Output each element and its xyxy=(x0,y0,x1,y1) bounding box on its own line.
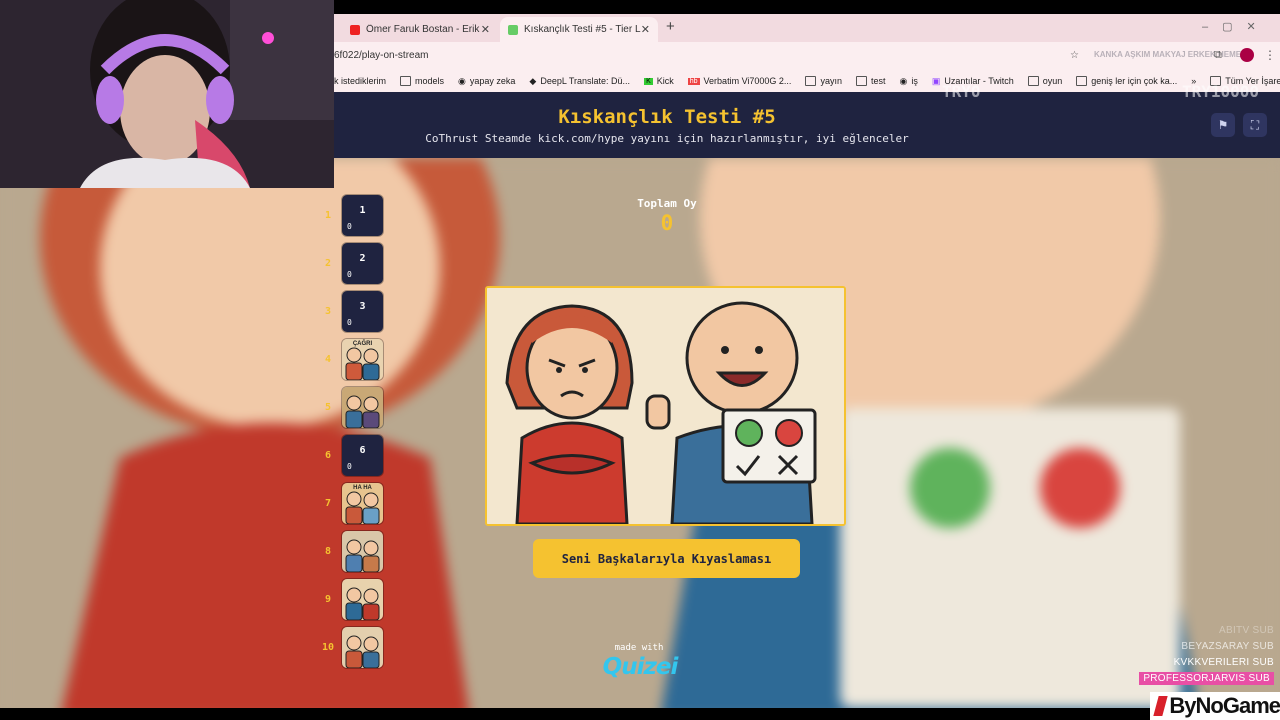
rank-slot-count: 0 xyxy=(347,222,352,231)
page-title: Kıskançlık Testi #5 xyxy=(558,106,776,128)
rank-number: 4 xyxy=(324,354,332,365)
rank-number: 5 xyxy=(324,402,332,413)
menu-icon[interactable]: ⋮ xyxy=(1264,48,1276,62)
rank-number: 9 xyxy=(324,594,332,605)
tab-title: Ömer Faruk Bostan - Erik Dalı ... xyxy=(366,24,481,35)
rank-slot-4[interactable]: ÇAĞRI xyxy=(342,339,383,380)
option-label-button[interactable]: Seni Başkalarıyla Kıyaslaması xyxy=(533,539,800,578)
bookmarks-bar: k istediklerim models ◉ yapay zeka ◆ DeepL… xyxy=(334,70,1280,92)
folder-icon xyxy=(1027,76,1039,86)
rank-slot-number: 1 xyxy=(359,205,366,216)
rank-number: 8 xyxy=(324,546,332,557)
bookmark-item[interactable]: yayın xyxy=(805,76,842,86)
rank-slot-number: 2 xyxy=(359,253,366,264)
close-icon[interactable]: ✕ xyxy=(481,23,490,36)
rank-slot-count: 0 xyxy=(347,318,352,327)
address-bar[interactable]: 6f022/play-on-stream ☆ KANKA AŞKIM MAKYA… xyxy=(334,42,1280,70)
rank-slot-number: 3 xyxy=(359,301,366,312)
browser-tab-quiz[interactable]: Kıskançlık Testi #5 - Tier List, Kı... ✕ xyxy=(500,17,658,42)
donation-min: TRY0 xyxy=(942,82,981,101)
rank-number: 2 xyxy=(324,258,332,269)
bynogame-mark-icon xyxy=(1153,696,1169,716)
rank-number: 1 xyxy=(324,210,332,221)
rank-number: 7 xyxy=(324,498,332,509)
rank-number: 10 xyxy=(321,642,335,653)
rank-slot-6[interactable]: 60 xyxy=(342,435,383,476)
made-with-label: made with xyxy=(614,643,664,653)
rank-slot-number: 6 xyxy=(359,445,366,456)
quiz-header: Kıskançlık Testi #5 CoThrust Steamde kic… xyxy=(334,82,1280,158)
donation-max: TRY10000 xyxy=(1182,82,1260,101)
rank-slot-8[interactable] xyxy=(342,531,383,572)
bookmark-item[interactable]: geniş ler için çok ka... xyxy=(1076,76,1177,86)
folder-icon xyxy=(805,76,817,86)
bookmark-item[interactable]: ◉ iş xyxy=(899,76,917,87)
rank-thumbnail xyxy=(342,531,383,572)
rank-slot-count: 0 xyxy=(347,462,352,471)
globe-icon: ◉ xyxy=(458,75,466,86)
sub-alert-highlight: PROFESSORJARVIS SUB xyxy=(1139,672,1274,685)
bookmark-item[interactable]: k istediklerim xyxy=(334,76,386,86)
rank-slot-7[interactable]: HA HA xyxy=(342,483,383,524)
globe-icon: ◉ xyxy=(899,75,908,86)
question-image xyxy=(485,286,846,526)
profile-avatar[interactable] xyxy=(1240,48,1254,62)
browser-tab-bar: Ömer Faruk Bostan - Erik Dalı ... ✕ Kısk… xyxy=(334,14,1280,42)
rank-number: 6 xyxy=(324,450,332,461)
rank-thumbnail xyxy=(342,579,383,620)
sub-alert: KVKKVERILERI SUB xyxy=(1173,657,1274,668)
total-votes-value: 0 xyxy=(660,211,674,235)
rank-slot-3[interactable]: 30 xyxy=(342,291,383,332)
bookmark-item[interactable]: K Kick xyxy=(644,76,674,86)
store-icon: hb xyxy=(687,77,700,85)
folder-icon xyxy=(400,76,412,86)
sub-alert: BEYAZSARAY SUB xyxy=(1181,641,1274,652)
deepl-icon: ◆ xyxy=(529,75,537,86)
rank-thumbnail xyxy=(342,387,383,428)
fullscreen-icon: ⛶ xyxy=(1250,117,1260,132)
bookmark-item[interactable]: models xyxy=(400,76,444,86)
window-controls[interactable]: –▢✕ xyxy=(1202,20,1270,33)
webcam-feed xyxy=(0,0,334,188)
sponsor-logo: ByNoGame xyxy=(1150,692,1280,720)
rank-slot-2[interactable]: 20 xyxy=(342,243,383,284)
rank-thumbnail xyxy=(342,627,383,668)
rank-slot-9[interactable] xyxy=(342,579,383,620)
close-icon[interactable]: ✕ xyxy=(641,23,650,36)
new-tab-button[interactable]: + xyxy=(666,18,675,35)
folder-icon xyxy=(1076,76,1088,86)
star-icon[interactable]: ☆ xyxy=(1070,50,1079,61)
quizei-logo[interactable]: Quizei xyxy=(598,654,682,680)
folder-icon xyxy=(855,76,867,86)
bookmark-item[interactable]: oyun xyxy=(1027,76,1062,86)
quiz-favicon-icon xyxy=(508,24,518,35)
total-votes-label: Toplam Oy xyxy=(637,197,697,210)
url-text: 6f022/play-on-stream xyxy=(334,50,429,61)
tab-title: Kıskançlık Testi #5 - Tier List, Kı... xyxy=(524,24,641,35)
page-subtitle: CoThrust Steamde kick.com/hype yayını iç… xyxy=(425,132,909,145)
browser-tab-music[interactable]: Ömer Faruk Bostan - Erik Dalı ... ✕ xyxy=(342,17,498,42)
bookmark-item[interactable]: hb Verbatim Vi7000G 2... xyxy=(687,76,791,86)
rank-number: 3 xyxy=(324,306,332,317)
fullscreen-button[interactable]: ⛶ xyxy=(1243,113,1267,137)
overlay-marquee: KANKA AŞKIM MAKYAJ ERKEK HEMEN xyxy=(1094,50,1247,59)
bookmark-item[interactable]: ◆ DeepL Translate: Dü... xyxy=(529,76,630,87)
rank-slot-1[interactable]: 10 xyxy=(342,195,383,236)
rank-slot-count: 0 xyxy=(347,270,352,279)
flag-icon: ⚑ xyxy=(1217,118,1229,132)
twitch-icon: ▣ xyxy=(931,75,941,86)
bookmark-item[interactable]: test xyxy=(855,76,885,86)
thumbnail-caption: ÇAĞRI xyxy=(352,341,373,347)
bookmark-item[interactable]: ◉ yapay zeka xyxy=(458,76,515,87)
thumbnail-caption: HA HA xyxy=(353,485,372,491)
extensions-icon[interactable]: ⧉ xyxy=(1214,49,1222,62)
kick-icon: K xyxy=(644,77,653,85)
report-button[interactable]: ⚑ xyxy=(1211,113,1235,137)
youtube-icon xyxy=(350,24,360,35)
sub-alert: ABITV SUB xyxy=(1219,625,1274,636)
rank-slot-10[interactable] xyxy=(342,627,383,668)
rank-slot-5[interactable] xyxy=(342,387,383,428)
